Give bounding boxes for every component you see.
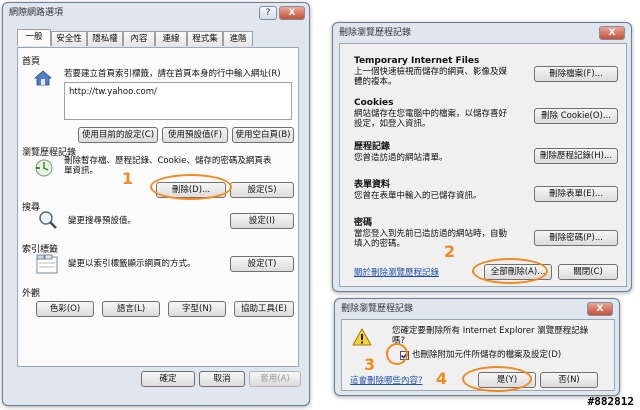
ok-button[interactable]: 確定 [141, 371, 195, 387]
annotation-3: 3 [364, 355, 376, 374]
watermark: #882812 [587, 395, 634, 408]
close-button[interactable]: X [279, 6, 305, 20]
tab-connections[interactable]: 連線 [155, 31, 187, 46]
passwords-desc-2: 填入的密碼。 [354, 239, 406, 249]
help-button[interactable]: ? [259, 6, 277, 20]
delete-history-panel: Temporary Internet Files 上一個快速檢視而儲存的網頁、影… [339, 43, 627, 287]
history-icon [34, 158, 54, 178]
history-desc: 您曾造訪過的網站清單。 [354, 153, 448, 163]
form-data-title: 表單資料 [354, 180, 391, 190]
accessibility-button[interactable]: 協助工具(E) [234, 301, 294, 317]
cancel-button[interactable]: 取消 [199, 371, 245, 387]
what-gets-deleted-link[interactable]: 這會刪除哪些內容? [350, 374, 423, 386]
delete-files-button[interactable]: 刪除檔案(F)... [534, 66, 618, 82]
tab-security[interactable]: 安全性 [51, 31, 87, 46]
search-settings-button[interactable]: 設定(I) [230, 213, 294, 229]
annotation-1: 1 [122, 169, 134, 188]
tif-title: Temporary Internet Files [354, 56, 480, 66]
annotation-ring-1 [150, 174, 232, 200]
homepage-description: 若要建立首頁索引標籤，請在首頁本身的行中輸入網址(R) [64, 69, 281, 79]
use-current-button[interactable]: 使用目前的設定(C) [78, 127, 158, 143]
colors-button[interactable]: 色彩(O) [36, 301, 94, 317]
homepage-heading: 首頁 [22, 57, 41, 67]
no-button[interactable]: 否(N) [540, 372, 598, 388]
languages-button[interactable]: 語言(L) [102, 301, 160, 317]
tab-programs[interactable]: 程式集 [187, 31, 223, 46]
tabs-description: 變更以索引標籤顯示網頁的方式。 [68, 259, 196, 269]
delete-forms-button[interactable]: 刪除表單(E)... [534, 186, 618, 202]
internet-options-window: 網際網路選項 ? X 一般 安全性 隱私權 內容 連線 程式集 進階 首頁 若要… [2, 2, 310, 406]
annotation-2: 2 [444, 242, 456, 261]
form-data-desc: 您曾在表單中輸入的已儲存資訊。 [354, 191, 482, 201]
tabs-settings-button[interactable]: 設定(T) [230, 256, 294, 272]
window-title: 網際網路選項 [9, 8, 64, 18]
general-tab-panel: 首頁 若要建立首頁索引標籤，請在首頁本身的行中輸入網址(R) http://tw… [17, 47, 299, 367]
fonts-button[interactable]: 字型(N) [168, 301, 226, 317]
confirm-message-1: 您確定要刪除所有 Internet Explorer 瀏覽歷程記錄 [392, 326, 589, 336]
history-title: 歷程記錄 [354, 142, 391, 152]
cookies-desc-2: 設定，如登入資訊。 [354, 119, 431, 129]
delete-history-records-button[interactable]: 刪除歷程記錄(H)... [534, 148, 618, 164]
delete-history-close-button[interactable]: X [599, 26, 625, 40]
tabs-icon [36, 254, 58, 274]
passwords-title: 密碼 [354, 218, 373, 228]
tab-privacy[interactable]: 隱私權 [87, 31, 123, 46]
homepage-url: http://tw.yahoo.com/ [69, 87, 157, 97]
history-settings-button[interactable]: 設定(S) [230, 182, 294, 198]
search-icon [38, 210, 58, 230]
homepage-url-box[interactable]: http://tw.yahoo.com/ [64, 82, 292, 120]
home-icon [33, 70, 53, 86]
about-delete-history-link[interactable]: 關於刪除瀏覽歷程記錄 [354, 266, 439, 278]
cookies-title: Cookies [354, 98, 394, 108]
warning-icon [352, 327, 372, 346]
annotation-ring-4 [462, 366, 532, 392]
annotation-4: 4 [436, 369, 448, 388]
annotation-ring-2 [472, 258, 548, 284]
delete-history-title: 刪除瀏覽歷程記錄 [339, 28, 412, 38]
close-dialog-button[interactable]: 關閉(C) [558, 264, 618, 280]
confirm-title: 刪除瀏覽歷程記錄 [341, 304, 414, 314]
use-blank-button[interactable]: 使用空白頁(B) [232, 127, 294, 143]
appearance-heading: 外觀 [22, 289, 41, 299]
use-default-button[interactable]: 使用預設值(F) [162, 127, 228, 143]
delete-history-window: 刪除瀏覽歷程記錄 X Temporary Internet Files 上一個快… [332, 22, 632, 292]
addon-checkbox-label: 也刪除附加元件所儲存的檔案及設定(D) [412, 350, 562, 360]
delete-passwords-button[interactable]: 刪除密碼(P)... [534, 230, 618, 246]
tab-general[interactable]: 一般 [17, 29, 51, 46]
apply-button[interactable]: 套用(A) [249, 371, 301, 387]
confirm-close-button[interactable]: X [587, 302, 613, 316]
tif-desc-2: 體的複本。 [354, 77, 397, 87]
tab-content[interactable]: 內容 [123, 31, 155, 46]
history-description-2: 單資訊。 [64, 166, 99, 176]
search-description: 變更搜尋預設值。 [68, 216, 137, 226]
annotation-ring-3 [386, 343, 408, 365]
delete-cookies-button[interactable]: 刪除 Cookie(O)... [534, 108, 618, 124]
tab-advanced[interactable]: 進階 [223, 31, 253, 46]
